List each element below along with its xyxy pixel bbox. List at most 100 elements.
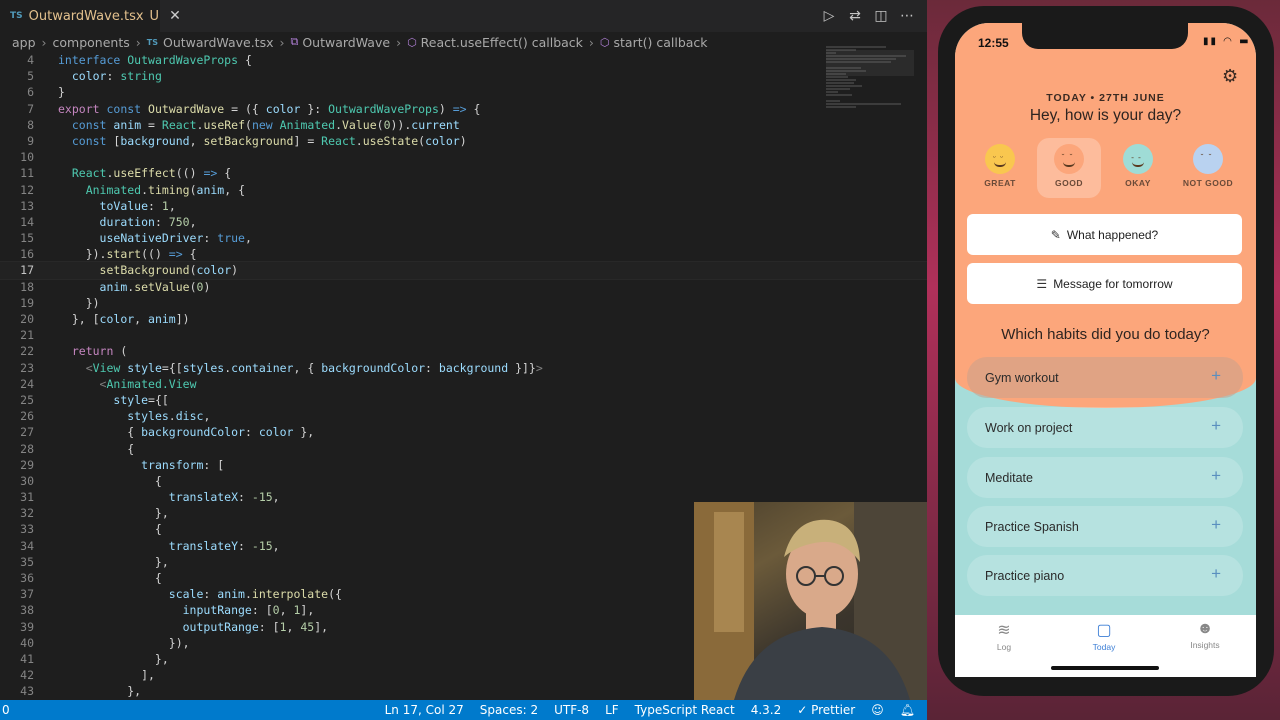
minimap-viewport[interactable] <box>826 50 914 76</box>
line-number: 14 <box>20 214 34 229</box>
code-text: toValue: 1, <box>99 198 176 213</box>
line-number: 4 <box>27 53 34 67</box>
plus-icon[interactable]: + <box>1211 366 1221 386</box>
breadcrumb-item[interactable]: React.useEffect() callback <box>421 35 583 50</box>
code-text: }, <box>58 554 169 569</box>
code-text: outputRange: [1, 45], <box>182 619 329 634</box>
habit-label: Gym workout <box>985 370 1059 385</box>
code-line: 22 return ( <box>0 343 927 359</box>
code-text: <Animated.View <box>99 376 197 391</box>
line-number: 33 <box>20 522 34 537</box>
split-editor-icon[interactable]: ◫ <box>873 8 889 24</box>
message-for-tomorrow-button[interactable]: ☰ Message for tomorrow <box>967 263 1242 304</box>
status-eol[interactable]: LF <box>605 703 619 717</box>
code-text: styles.disc, <box>127 409 211 424</box>
habit-item[interactable]: Practice Spanish + <box>967 506 1243 547</box>
line-number: 43 <box>20 684 34 699</box>
plus-icon[interactable]: + <box>1211 564 1221 584</box>
tab-log[interactable]: ≋ Log <box>974 620 1034 652</box>
feedback-icon[interactable]: ☺ <box>871 703 884 717</box>
code-text: const [background, setBackground] = Reac… <box>71 133 467 148</box>
what-happened-button[interactable]: ✎ What happened? <box>967 214 1242 255</box>
status-prettier[interactable]: ✓ Prettier <box>797 703 855 717</box>
run-icon[interactable]: ▷ <box>821 8 837 24</box>
code-line: 24 <Animated.View <box>0 376 927 392</box>
status-ts-version[interactable]: 4.3.2 <box>751 703 782 717</box>
more-actions-icon[interactable]: ⋯ <box>899 8 915 24</box>
breadcrumb-item[interactable]: OutwardWave.tsx <box>163 35 274 50</box>
mood-great[interactable]: ᵕᵕ GREAT <box>968 138 1032 198</box>
tab-label: Insights <box>1190 640 1220 650</box>
line-number: 19 <box>20 295 34 310</box>
mood-not-good[interactable]: ˘˘ NOT GOOD <box>1176 138 1240 198</box>
line-number: 6 <box>27 85 34 100</box>
breadcrumb-item[interactable]: components <box>53 35 130 50</box>
code-text: translateY: -15, <box>168 538 280 553</box>
code-text: }) <box>58 295 100 310</box>
plus-icon[interactable]: + <box>1211 515 1221 535</box>
code-line: 6} <box>0 84 927 100</box>
code-text: }, <box>58 684 142 699</box>
plus-icon[interactable]: + <box>1211 416 1221 436</box>
notifications-icon[interactable]: 🔔︎ <box>900 703 915 717</box>
tab-filename: OutwardWave.tsx <box>28 8 144 24</box>
date-label: TODAY • 27TH JUNE <box>1046 92 1165 104</box>
code-text: <View style={[styles.container, { backgr… <box>85 360 543 375</box>
status-indentation[interactable]: Spaces: 2 <box>480 703 538 717</box>
status-language[interactable]: TypeScript React <box>635 703 735 717</box>
tab-insights[interactable]: ☻ Insights <box>1175 620 1235 650</box>
code-line: 23 <View style={[styles.container, { bac… <box>0 360 927 376</box>
habit-item[interactable]: Work on project + <box>967 407 1243 448</box>
tab-today[interactable]: ▢ Today <box>1074 620 1134 652</box>
line-number: 31 <box>20 490 34 505</box>
greeting-heading: Hey, how is your day? <box>1029 107 1182 124</box>
open-changes-icon[interactable]: ⇄ <box>847 8 863 24</box>
code-text: { <box>58 441 135 456</box>
habit-label: Meditate <box>985 470 1033 485</box>
code-text: interface OutwardWaveProps { <box>58 53 252 67</box>
code-text: } <box>58 85 65 100</box>
home-indicator[interactable] <box>1051 666 1159 670</box>
plus-icon[interactable]: + <box>1211 466 1221 486</box>
phone-notch <box>1022 23 1188 49</box>
line-number: 41 <box>20 651 34 666</box>
line-number: 13 <box>20 198 34 213</box>
line-number: 37 <box>20 587 34 602</box>
happy-face-icon: ᵕᵕ <box>985 144 1015 174</box>
mood-okay[interactable]: -- OKAY <box>1106 138 1170 198</box>
neutral-face-icon: -- <box>1123 144 1153 174</box>
code-line: 11 React.useEffect(() => { <box>0 165 927 181</box>
code-text: export const OutwardWave = ({ color }: O… <box>58 101 481 116</box>
line-number: 30 <box>20 473 34 488</box>
code-text: { <box>58 571 162 585</box>
person-image <box>694 502 927 700</box>
mood-label: NOT GOOD <box>1182 178 1234 188</box>
status-cursor-position[interactable]: Ln 17, Col 27 <box>385 703 464 717</box>
breadcrumb-item[interactable]: OutwardWave <box>302 35 390 50</box>
close-icon[interactable]: ✕ <box>169 8 181 24</box>
code-text: ], <box>58 668 155 683</box>
line-number: 15 <box>20 231 34 246</box>
breadcrumb-item[interactable]: start() callback <box>614 35 708 50</box>
tab-label: Log <box>996 642 1012 652</box>
code-line: 30 { <box>0 473 927 489</box>
code-text: inputRange: [0, 1], <box>182 603 315 618</box>
status-problems[interactable]: 0 <box>2 703 10 717</box>
line-number: 22 <box>20 344 34 359</box>
habit-item[interactable]: Meditate + <box>967 457 1243 498</box>
habit-item[interactable]: Gym workout + <box>967 357 1243 398</box>
status-encoding[interactable]: UTF-8 <box>554 703 589 717</box>
code-line: 4 interface OutwardWaveProps { <box>0 52 927 68</box>
editor-tab-outwardwave[interactable]: TS OutwardWave.tsx U ✕ <box>0 0 181 32</box>
code-line: 10 <box>0 149 927 165</box>
code-text: anim.setValue(0) <box>99 279 211 294</box>
card-label: Message for tomorrow <box>1053 276 1173 291</box>
breadcrumb-item[interactable]: app <box>12 35 36 50</box>
code-line: 20 }, [color, anim]) <box>0 311 927 327</box>
habit-item[interactable]: Practice piano + <box>967 555 1243 596</box>
message-icon: ☰ <box>1036 276 1048 291</box>
mood-good[interactable]: ˘˘ GOOD <box>1037 138 1101 198</box>
gear-icon[interactable]: ⚙ <box>1222 66 1238 87</box>
code-text: color: string <box>71 69 162 84</box>
line-number: 40 <box>20 635 34 650</box>
